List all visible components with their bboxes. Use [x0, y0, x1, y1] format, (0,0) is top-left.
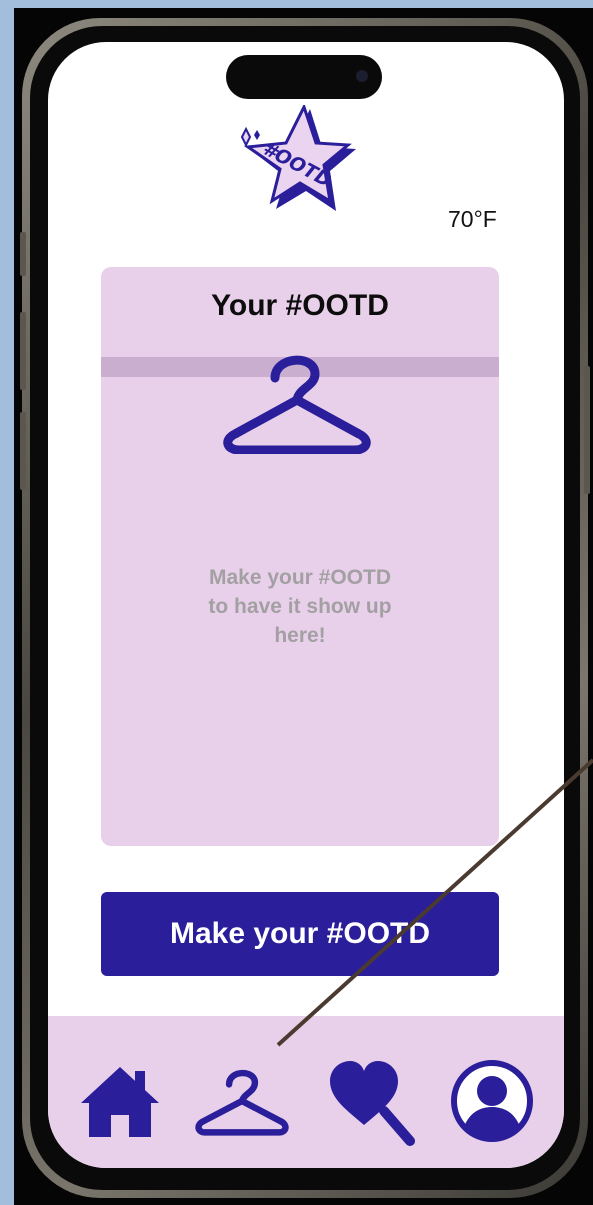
bottom-tab-bar	[48, 1016, 564, 1168]
home-icon	[81, 1067, 159, 1137]
tab-favorites-search[interactable]	[324, 1056, 420, 1146]
hanger-icon	[195, 1069, 289, 1136]
empty-state-message: Make your #OOTD to have it show up here!	[208, 566, 392, 647]
device-button-volume-down	[20, 412, 26, 490]
hanger-icon	[219, 342, 375, 455]
card-title: Your #OOTD	[211, 289, 389, 322]
device-button-power	[584, 366, 590, 494]
star-logo-icon: #OOTD	[240, 103, 356, 211]
dynamic-island	[226, 55, 382, 99]
app-logo: #OOTD	[234, 103, 356, 217]
tab-wardrobe[interactable]	[194, 1056, 290, 1146]
device-button-volume-up	[20, 312, 26, 390]
make-ootd-button[interactable]: Make your #OOTD	[101, 892, 499, 976]
profile-icon	[451, 1060, 533, 1142]
heart-search-icon	[330, 1061, 415, 1146]
temperature-readout: 70°F	[448, 206, 497, 232]
outfit-card: Your #OOTD Make your #OOTD to have it sh…	[101, 267, 499, 846]
tab-home[interactable]	[72, 1056, 168, 1146]
device-button-action	[20, 232, 26, 276]
app-screen: #OOTD 70°F Your #OOTD Make your #OOTD to…	[48, 42, 564, 1168]
camera-icon	[356, 70, 368, 82]
tab-profile[interactable]	[444, 1056, 540, 1146]
